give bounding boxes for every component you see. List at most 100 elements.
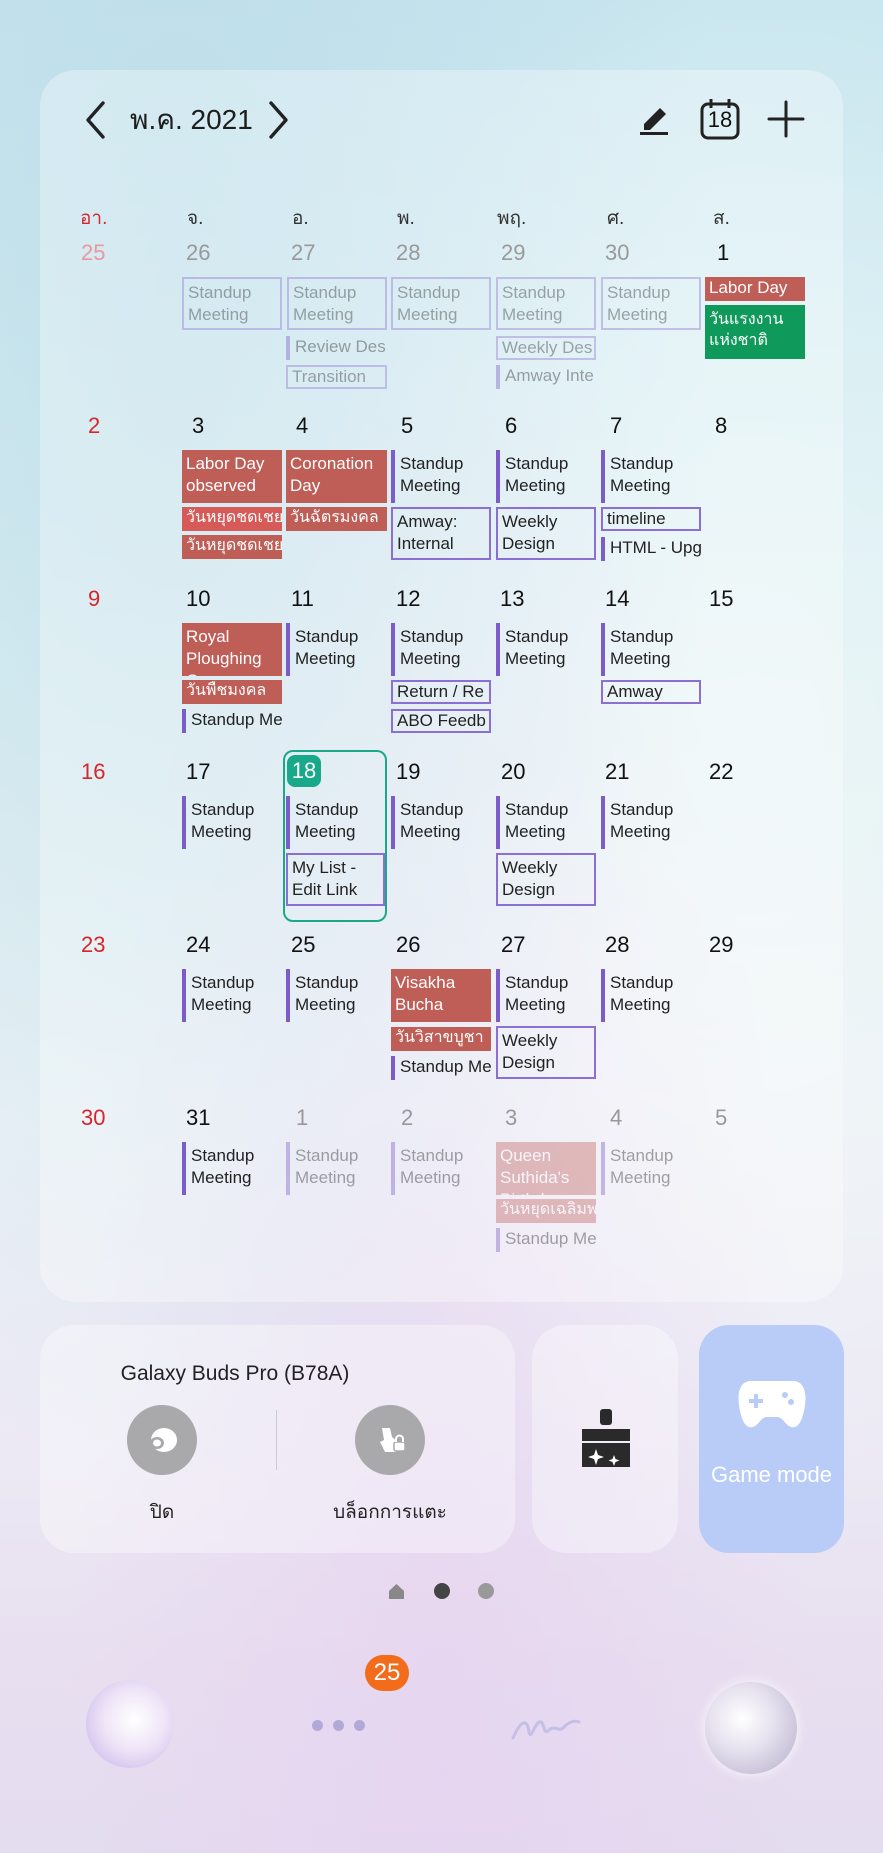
day-cell[interactable]: 23	[81, 932, 121, 958]
calendar-event[interactable]: Standup Meeting	[391, 796, 491, 849]
calendar-event[interactable]: Royal Ploughing Ceremony	[182, 623, 282, 676]
calendar-event[interactable]: Standup Meeting	[601, 277, 701, 330]
app-folder-icon[interactable]	[300, 1700, 380, 1750]
day-cell[interactable]: 14	[605, 586, 645, 612]
calendar-event[interactable]: Standup Meeting	[601, 969, 701, 1022]
day-cell[interactable]: 5	[401, 413, 441, 439]
day-cell[interactable]: 17	[186, 759, 226, 785]
calendar-event[interactable]: Standup Meeting	[601, 623, 701, 676]
calendar-event[interactable]: Standup Me	[496, 1228, 596, 1252]
calendar-event[interactable]: Standup Meeting	[496, 277, 596, 330]
calendar-event[interactable]: ABO Feedb	[391, 709, 491, 733]
day-cell[interactable]: 27	[291, 240, 331, 266]
calendar-event[interactable]: วันวิสาขบูชา	[391, 1027, 491, 1051]
calendar-event[interactable]: วันพืชมงคล	[182, 680, 282, 704]
day-cell[interactable]: 11	[291, 586, 331, 612]
day-cell[interactable]: 3	[192, 413, 232, 439]
calendar-event[interactable]: Visakha Bucha	[391, 969, 491, 1022]
calendar-event[interactable]: วันฉัตรมงคล	[286, 507, 387, 531]
calendar-event[interactable]: Standup Meeting	[391, 1142, 491, 1195]
calendar-event[interactable]: Standup Meeting	[286, 1142, 387, 1195]
day-cell[interactable]: 16	[81, 759, 121, 785]
day-cell[interactable]: 10	[186, 586, 226, 612]
day-cell[interactable]: 8	[715, 413, 755, 439]
day-cell[interactable]: 20	[501, 759, 541, 785]
calendar-event[interactable]: Standup Me	[391, 1056, 491, 1080]
day-cell[interactable]: 29	[501, 240, 541, 266]
calendar-event[interactable]: timeline	[601, 507, 701, 531]
day-cell[interactable]: 22	[709, 759, 749, 785]
calendar-event[interactable]: Standup Meeting	[287, 277, 387, 330]
day-cell[interactable]: 30	[81, 1105, 121, 1131]
today-date-badge[interactable]: 18	[287, 755, 321, 787]
day-cell[interactable]: 28	[396, 240, 436, 266]
month-title[interactable]: พ.ค. 2021	[130, 100, 253, 140]
day-cell[interactable]: 25	[291, 932, 331, 958]
calendar-event[interactable]: Labor Day	[705, 277, 805, 301]
app-icon-planet[interactable]	[86, 1680, 174, 1768]
add-icon[interactable]	[763, 96, 809, 142]
calendar-event[interactable]: Standup Me	[182, 709, 282, 733]
calendar-event[interactable]: Review Des	[286, 336, 387, 360]
calendar-event[interactable]: Weekly Design Review	[496, 1026, 596, 1079]
day-cell[interactable]: 15	[709, 586, 749, 612]
chevron-right-icon[interactable]	[258, 96, 298, 144]
day-cell[interactable]: 1	[717, 240, 757, 266]
day-cell[interactable]: 29	[709, 932, 749, 958]
calendar-event[interactable]: Standup Meeting	[601, 796, 701, 849]
day-cell[interactable]: 28	[605, 932, 645, 958]
calendar-event[interactable]: Return / Re	[391, 680, 491, 704]
day-cell[interactable]: 5	[715, 1105, 755, 1131]
calendar-event[interactable]: Standup Meeting	[391, 277, 491, 330]
day-cell[interactable]: 12	[396, 586, 436, 612]
calendar-event[interactable]: Coronation Day	[286, 450, 387, 503]
calendar-event[interactable]: วันหยุดชดเชย	[182, 535, 282, 559]
day-cell[interactable]: 4	[610, 1105, 650, 1131]
day-cell[interactable]: 4	[296, 413, 336, 439]
day-cell[interactable]: 7	[610, 413, 650, 439]
day-cell[interactable]: 21	[605, 759, 645, 785]
calendar-event[interactable]: Standup Meeting	[391, 623, 491, 676]
page-indicator[interactable]	[388, 1582, 498, 1602]
calendar-event[interactable]: Standup Meeting	[496, 450, 596, 503]
calendar-event[interactable]: HTML - Upg	[601, 537, 701, 561]
day-cell[interactable]: 30	[605, 240, 645, 266]
calendar-event[interactable]: Standup Meeting	[286, 969, 387, 1022]
block-touch-button[interactable]	[355, 1405, 425, 1475]
calendar-event[interactable]: Weekly Design Review	[496, 853, 596, 906]
calendar-event[interactable]: Labor Day observed	[182, 450, 282, 503]
device-care-widget[interactable]	[532, 1325, 678, 1553]
day-cell[interactable]: 2	[401, 1105, 441, 1131]
calendar-event[interactable]: Standup Meeting	[182, 969, 282, 1022]
calendar-event[interactable]: Standup Meeting	[601, 1142, 701, 1195]
calendar-event[interactable]: Standup Meeting	[182, 277, 282, 330]
app-icon-moon[interactable]	[705, 1682, 797, 1774]
calendar-event[interactable]: Queen Suthida's Birthday	[496, 1142, 596, 1195]
calendar-event[interactable]: วันแรงงานแห่งชาติ	[705, 305, 805, 359]
day-cell[interactable]: 6	[505, 413, 545, 439]
today-calendar-icon[interactable]: 18	[697, 96, 743, 142]
calendar-event[interactable]: Standup Meeting	[182, 1142, 282, 1195]
calendar-event[interactable]: Amway: Internal Meeting	[391, 507, 491, 560]
day-cell[interactable]: 27	[501, 932, 541, 958]
calendar-event[interactable]: Standup Meeting	[391, 450, 491, 503]
day-cell[interactable]: 25	[81, 240, 121, 266]
calendar-event[interactable]: Standup Meeting	[496, 796, 596, 849]
calendar-event[interactable]: Amway Inte	[496, 365, 596, 389]
calendar-event[interactable]: Weekly Design Review	[496, 507, 596, 560]
calendar-event[interactable]: Standup Meeting	[182, 796, 282, 849]
calendar-event[interactable]: Weekly Des	[496, 336, 596, 360]
calendar-event[interactable]: My List - Edit Link	[286, 853, 385, 906]
edit-icon[interactable]	[632, 96, 676, 140]
noise-control-off-button[interactable]	[127, 1405, 197, 1475]
calendar-event[interactable]: Amway	[601, 680, 701, 704]
calendar-event[interactable]: Standup Meeting	[286, 796, 385, 849]
day-cell[interactable]: 31	[186, 1105, 226, 1131]
calendar-event[interactable]: วันหยุดชดเชย	[182, 507, 282, 531]
chevron-left-icon[interactable]	[76, 96, 116, 144]
calendar-event[interactable]: Transition	[286, 365, 387, 389]
calendar-event[interactable]: Standup Meeting	[496, 969, 596, 1022]
day-cell[interactable]: 2	[88, 413, 128, 439]
calendar-event[interactable]: วันหยุดเฉลิมพ	[496, 1199, 596, 1223]
calendar-event[interactable]: Standup Meeting	[601, 450, 701, 503]
